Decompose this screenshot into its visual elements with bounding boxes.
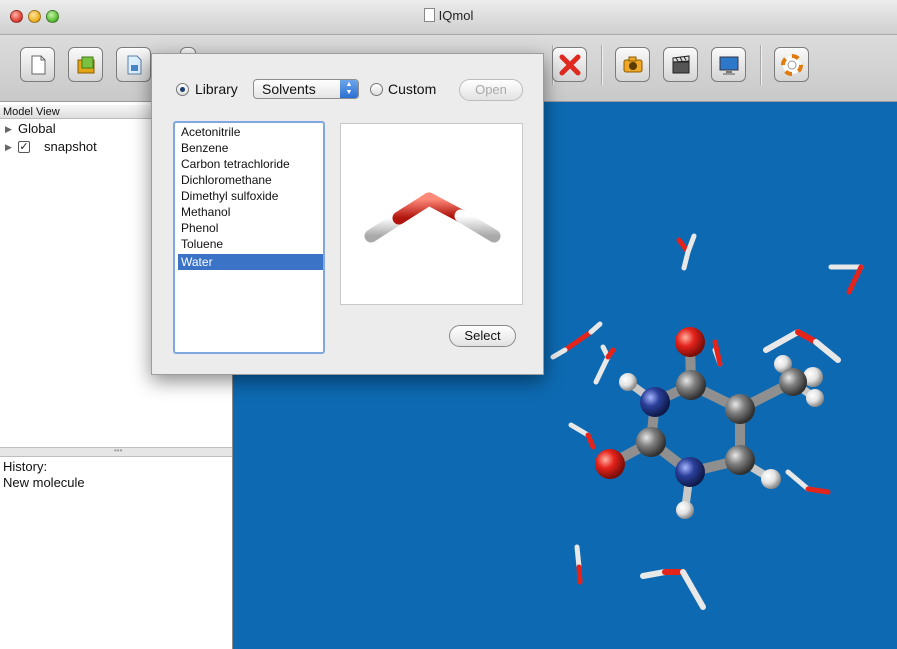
- solvent-dialog: Library Solvents ▲ ▼ Custom Open Acetonit…: [151, 53, 544, 375]
- toolbar-separator: [760, 45, 762, 85]
- display-button[interactable]: [711, 47, 746, 82]
- list-item[interactable]: Dimethyl sulfoxide: [178, 188, 323, 204]
- toolbar-separator: [601, 45, 603, 85]
- library-radio[interactable]: [176, 83, 189, 96]
- help-button[interactable]: [774, 47, 809, 82]
- library-dropdown-value: Solvents: [262, 81, 316, 97]
- library-dropdown[interactable]: Solvents ▲ ▼: [253, 79, 359, 99]
- library-label[interactable]: Library: [195, 81, 238, 97]
- open-file-button[interactable]: [68, 47, 103, 82]
- help-lifebuoy-icon: [781, 54, 803, 76]
- list-item[interactable]: Benzene: [178, 140, 323, 156]
- custom-label[interactable]: Custom: [388, 81, 436, 97]
- delete-button[interactable]: [552, 47, 587, 82]
- panel-splitter[interactable]: •••: [0, 446, 232, 457]
- open-file-icon: [77, 56, 95, 74]
- water-molecules: [550, 233, 864, 610]
- water-preview-icon: [364, 192, 501, 243]
- record-movie-button[interactable]: [663, 47, 698, 82]
- tree-item-label: Global: [18, 121, 56, 136]
- list-item[interactable]: Dichloromethane: [178, 172, 323, 188]
- open-button[interactable]: Open: [459, 79, 523, 101]
- window-title: IQmol: [438, 8, 474, 23]
- history-item[interactable]: New molecule: [3, 475, 85, 490]
- molecule-preview: [340, 123, 523, 305]
- new-file-button[interactable]: [20, 47, 55, 82]
- list-item[interactable]: Methanol: [178, 204, 323, 220]
- list-item[interactable]: Acetonitrile: [178, 124, 323, 140]
- disclosure-triangle-icon[interactable]: ▶: [5, 139, 12, 155]
- list-item-selected[interactable]: Water: [178, 254, 323, 270]
- disclosure-triangle-icon[interactable]: ▶: [5, 121, 12, 137]
- new-file-icon: [31, 55, 46, 75]
- visibility-checkbox[interactable]: ✓: [18, 141, 30, 153]
- splitter-grip-icon: •••: [114, 446, 123, 455]
- solute-molecule[interactable]: [595, 327, 824, 519]
- save-file-button[interactable]: [116, 47, 151, 82]
- save-file-icon: [127, 55, 142, 75]
- delete-icon: [559, 54, 581, 76]
- list-item[interactable]: Toluene: [178, 236, 323, 252]
- display-icon: [719, 56, 739, 75]
- movie-clapper-icon: [672, 55, 690, 74]
- snapshot-button[interactable]: [615, 47, 650, 82]
- title-bar: IQmol: [0, 0, 897, 35]
- history-title: History:: [3, 459, 48, 474]
- list-item[interactable]: Carbon tetrachloride: [178, 156, 323, 172]
- document-icon: [423, 8, 435, 22]
- select-button[interactable]: Select: [449, 325, 516, 347]
- list-item[interactable]: Phenol: [178, 220, 323, 236]
- camera-icon: [623, 56, 643, 73]
- window-title-area: IQmol: [0, 8, 897, 23]
- tree-item-label: snapshot: [44, 139, 97, 154]
- custom-radio[interactable]: [370, 83, 383, 96]
- solvent-list[interactable]: Acetonitrile Benzene Carbon tetrachlorid…: [173, 121, 325, 354]
- dropdown-arrows-icon: ▲ ▼: [340, 80, 358, 98]
